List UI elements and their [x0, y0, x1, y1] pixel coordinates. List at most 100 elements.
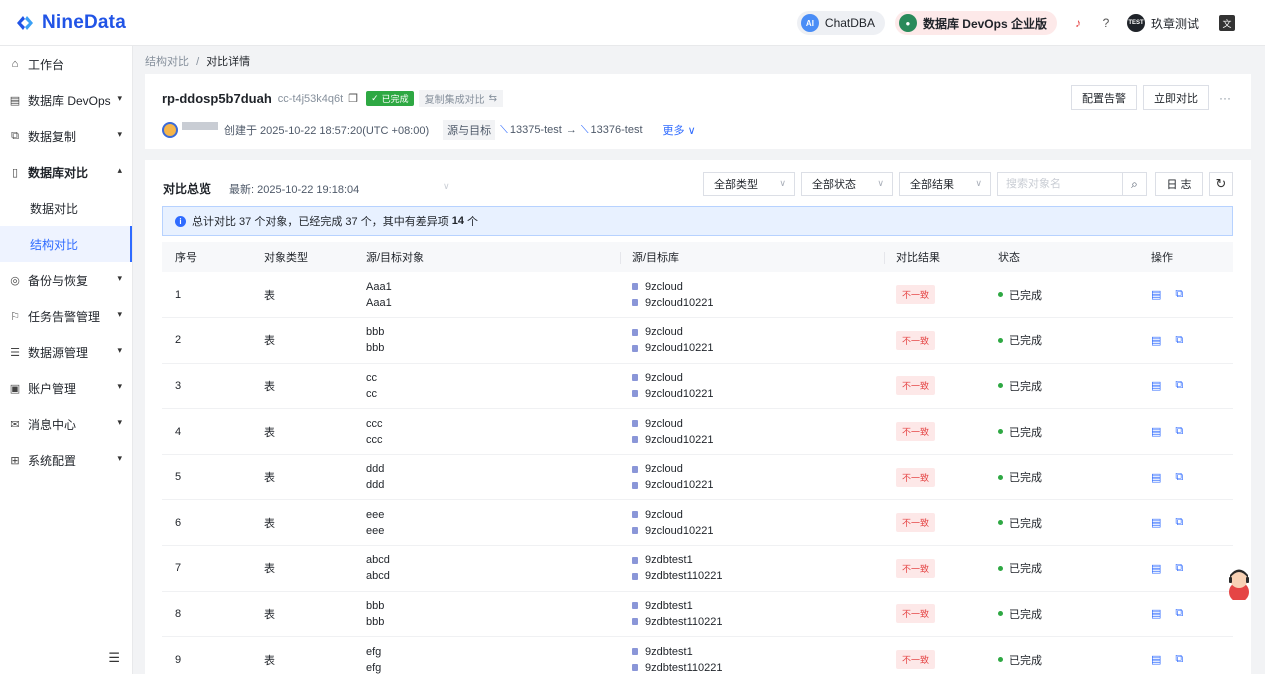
object-type: 表 [264, 454, 366, 501]
view-detail-icon[interactable]: ▤ [1151, 288, 1161, 301]
sidebar-item-backup[interactable]: ◎ 备份与恢复 ▾ [0, 262, 132, 298]
source-database: 9zcloud [645, 508, 683, 521]
sidebar-item-label: 账户管理 [28, 381, 77, 396]
view-diff-icon[interactable]: ⧉ [1175, 653, 1183, 666]
view-diff-icon[interactable]: ⧉ [1175, 425, 1183, 438]
assistant-avatar-icon[interactable] [1224, 566, 1254, 600]
table-row[interactable]: 8 表 bbb bbb 9zdbtest1 9zdbtest110221 不一致 已完成 ▤ ⧉ [162, 591, 1233, 638]
view-detail-icon[interactable]: ▤ [1151, 425, 1161, 438]
view-detail-icon[interactable]: ▤ [1151, 653, 1161, 666]
target-object: efg [366, 661, 382, 674]
source-database: 9zcloud [645, 417, 683, 430]
more-link[interactable]: 更多 ∨ [663, 122, 696, 138]
sidebar-item-label: 备份与恢复 [28, 273, 89, 288]
user-name[interactable]: 玖章测试 [1151, 15, 1199, 32]
chevron-down-icon: ▾ [117, 93, 122, 103]
sidebar-item-replication[interactable]: ⧉ 数据复制 ▾ [0, 118, 132, 154]
collapse-menu-icon[interactable]: ☰ [108, 650, 120, 666]
edition-label: 数据库 DevOps 企业版 [922, 16, 1047, 31]
view-diff-icon[interactable]: ⧉ [1175, 471, 1183, 484]
sidebar-item-workbench[interactable]: ⌂ 工作台 [0, 46, 132, 82]
table-row[interactable]: 5 表 ddd ddd 9zcloud 9zcloud10221 不一致 已完成 ▤ ⧉ [162, 454, 1233, 501]
row-number: 5 [162, 454, 264, 501]
table-row[interactable]: 3 表 cc cc 9zcloud 9zcloud10221 不一致 已完成 ▤ ⧉ [162, 363, 1233, 410]
compare-now-button[interactable]: 立即对比 [1143, 85, 1209, 110]
more-actions-icon[interactable]: ··· [1219, 91, 1231, 105]
source-database: 9zdbtest1 [645, 645, 693, 658]
database-names: 9zdbtest1 9zdbtest110221 [632, 591, 896, 638]
view-detail-icon[interactable]: ▤ [1151, 562, 1161, 575]
user-avatar[interactable]: TEST [1126, 14, 1145, 32]
sidebar-item-compare[interactable]: ▯ 数据库对比 ▴ [0, 154, 132, 190]
breadcrumb-parent[interactable]: 结构对比 [145, 56, 189, 68]
view-diff-icon[interactable]: ⧉ [1175, 288, 1183, 301]
configure-alert-button[interactable]: 配置告警 [1071, 85, 1137, 110]
object-names: bbb bbb [366, 317, 632, 364]
target-object: ddd [366, 479, 385, 492]
log-button[interactable]: 日 志 [1155, 172, 1203, 196]
table-row[interactable]: 6 表 eee eee 9zcloud 9zcloud10221 不一致 已完成 ▤ ⧉ [162, 499, 1233, 547]
view-detail-icon[interactable]: ▤ [1151, 607, 1161, 620]
sidebar-subitem-structure-compare[interactable]: 结构对比 [0, 226, 132, 262]
result-cell: 不一致 [896, 591, 998, 638]
logo[interactable]: NineData [14, 12, 126, 34]
target-datasource[interactable]: 13376-test [591, 124, 643, 136]
translate-icon[interactable]: 文 [1219, 15, 1235, 31]
overview-panel: 对比总览 最新: 2025-10-22 19:18:04 ∨ 全部类型 ∨ 全部… [145, 160, 1251, 674]
integration-tag[interactable]: 复制集成对比 ⇆ [418, 90, 504, 107]
table-row[interactable]: 2 表 bbb bbb 9zcloud 9zcloud10221 不一致 已完成 ▤ ⧉ [162, 317, 1233, 364]
database-icon [632, 527, 638, 535]
status-filter-value: 全部状态 [812, 179, 856, 191]
edition-button[interactable]: ● 数据库 DevOps 企业版 [894, 11, 1057, 35]
sidebar-item-messages[interactable]: ✉ 消息中心 ▾ [0, 406, 132, 442]
result-filter[interactable]: 全部结果 ∨ [899, 172, 991, 196]
status-filter[interactable]: 全部状态 ∨ [801, 172, 893, 196]
result-cell: 不一致 [896, 272, 998, 319]
target-database: 9zdbtest110221 [645, 661, 723, 674]
sidebar-item-settings[interactable]: ⊞ 系统配置 ▾ [0, 442, 132, 478]
table-row[interactable]: 9 表 efg efg 9zdbtest1 9zdbtest110221 不一致 已完成 ▤ ⧉ [162, 636, 1233, 674]
view-detail-icon[interactable]: ▤ [1151, 379, 1161, 392]
status-cell: 已完成 [998, 499, 1151, 547]
home-icon: ⌂ [11, 58, 19, 70]
result-cell: 不一致 [896, 363, 998, 410]
view-detail-icon[interactable]: ▤ [1151, 516, 1161, 529]
view-diff-icon[interactable]: ⧉ [1175, 334, 1183, 347]
sidebar-item-datasource[interactable]: ☰ 数据源管理 ▾ [0, 334, 132, 370]
source-database: 9zdbtest1 [645, 599, 693, 612]
creator-name-blurred [182, 122, 218, 130]
sidebar-item-account[interactable]: ▣ 账户管理 ▾ [0, 370, 132, 406]
sidebar-subitem-data-compare[interactable]: 数据对比 [0, 190, 132, 226]
view-diff-icon[interactable]: ⧉ [1175, 607, 1183, 620]
view-diff-icon[interactable]: ⧉ [1175, 379, 1183, 392]
view-diff-icon[interactable]: ⧉ [1175, 516, 1183, 529]
view-diff-icon[interactable]: ⧉ [1175, 562, 1183, 575]
table-row[interactable]: 7 表 abcd abcd 9zdbtest1 9zdbtest110221 不一致 已完成 ▤… [162, 545, 1233, 592]
database-icon [632, 283, 638, 291]
table-row[interactable]: 4 表 ccc ccc 9zcloud 9zcloud10221 不一致 已完成 ▤ ⧉ [162, 408, 1233, 455]
sidebar-item-label: 消息中心 [28, 417, 77, 432]
latest-run-select[interactable]: 最新: 2025-10-22 19:18:04 [229, 181, 359, 197]
copy-icon[interactable]: ❐ [348, 92, 358, 105]
database-icon [632, 436, 638, 444]
bell-icon[interactable]: ♪ [1071, 16, 1085, 30]
view-detail-icon[interactable]: ▤ [1151, 471, 1161, 484]
refresh-icon[interactable]: ↻ [1209, 172, 1233, 196]
search-icon[interactable]: ⌕ [1122, 173, 1146, 195]
source-datasource[interactable]: 13375-test [510, 124, 562, 136]
row-number: 1 [162, 272, 264, 319]
object-type: 表 [264, 636, 366, 674]
help-icon[interactable]: ? [1099, 16, 1113, 30]
database-names: 9zcloud 9zcloud10221 [632, 454, 896, 501]
chevron-down-icon[interactable]: ∨ [443, 181, 450, 192]
sidebar-item-alerts[interactable]: ⚐ 任务告警管理 ▾ [0, 298, 132, 334]
table-row[interactable]: 1 表 Aaa1 Aaa1 9zcloud 9zcloud10221 不一致 已完成 ▤ ⧉ [162, 272, 1233, 319]
chatdba-button[interactable]: AI ChatDBA [796, 11, 885, 35]
status-cell: 已完成 [998, 317, 1151, 364]
search-input[interactable] [998, 178, 1118, 190]
sidebar-item-devops[interactable]: ▤ 数据库 DevOps ▾ [0, 82, 132, 118]
type-filter[interactable]: 全部类型 ∨ [703, 172, 795, 196]
status-cell: 已完成 [998, 272, 1151, 319]
view-detail-icon[interactable]: ▤ [1151, 334, 1161, 347]
sidebar-item-label: 任务告警管理 [28, 309, 101, 324]
